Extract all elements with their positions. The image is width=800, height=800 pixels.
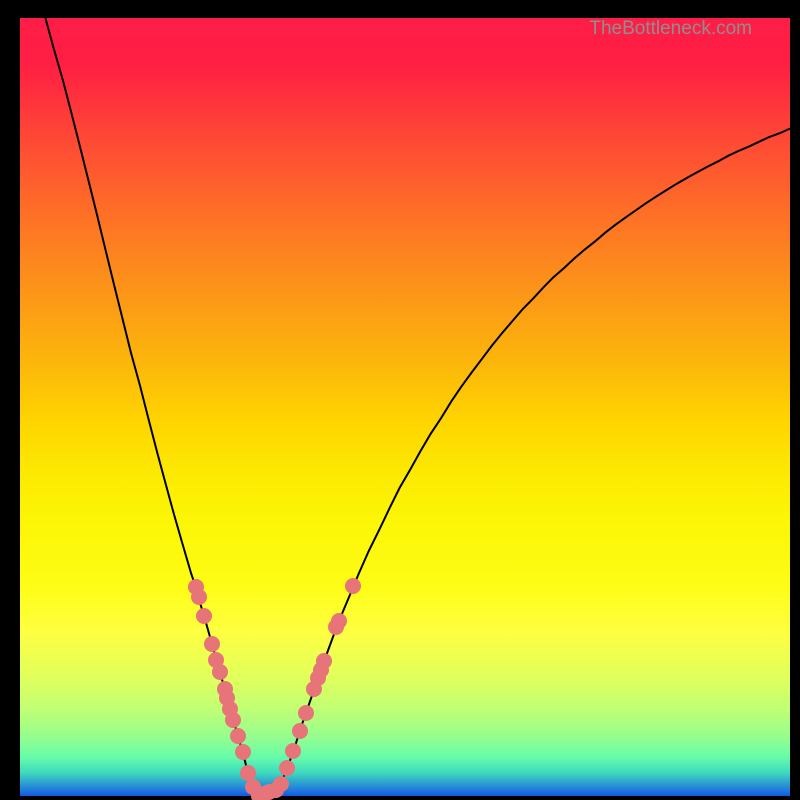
scatter-point: [230, 728, 246, 744]
watermark-text: TheBottleneck.com: [589, 18, 752, 40]
scatter-point: [285, 743, 301, 759]
scatter-point: [316, 653, 332, 669]
plot-area: TheBottleneck.com: [20, 18, 790, 796]
scatter-point: [240, 765, 256, 781]
scatter-point: [196, 608, 212, 624]
scatter-point: [212, 664, 228, 680]
scatter-point: [279, 760, 295, 776]
plot-curve: [20, 18, 790, 796]
scatter-point: [331, 613, 347, 629]
scatter-point: [225, 712, 241, 728]
scatter-point: [345, 578, 361, 594]
scatter-point: [292, 723, 308, 739]
scatter-point: [235, 744, 251, 760]
scatter-point: [273, 776, 289, 792]
scatter-point: [191, 589, 207, 605]
scatter-point: [298, 705, 314, 721]
scatter-point: [204, 636, 220, 652]
